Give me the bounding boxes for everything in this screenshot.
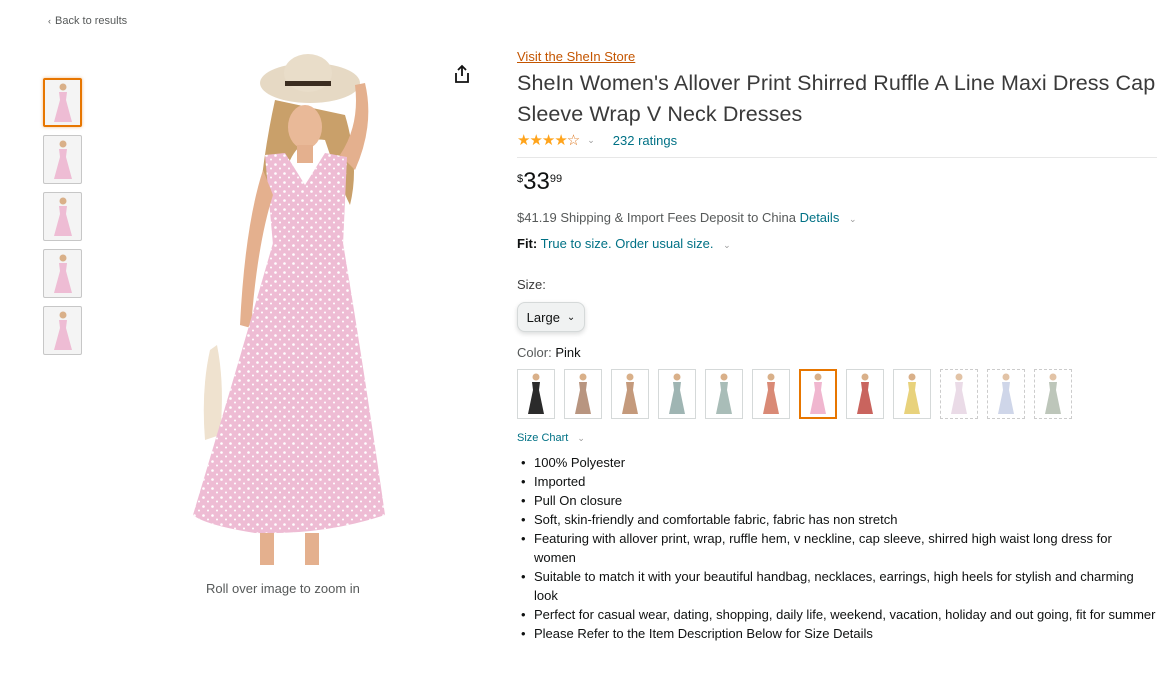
- price-fraction: 99: [549, 173, 563, 185]
- dress-swatch-icon: [951, 373, 967, 414]
- fit-value-link[interactable]: True to size. Order usual size.: [541, 236, 714, 251]
- dress-swatch-icon: [763, 373, 779, 414]
- dress-thumbnail-icon: [53, 254, 72, 293]
- fit-info: Fit: True to size. Order usual size. ⌄: [517, 236, 1157, 251]
- thumbnail-image[interactable]: [43, 192, 82, 241]
- dress-swatch-icon: [716, 373, 732, 414]
- dress-swatch-icon: [669, 373, 685, 414]
- color-swatch[interactable]: [799, 369, 837, 419]
- size-dropdown[interactable]: Large ⌄: [517, 302, 585, 332]
- dress-thumbnail-icon: [53, 311, 72, 350]
- price: $ 33 99: [517, 170, 1157, 198]
- thumbnail-image[interactable]: [43, 135, 82, 184]
- dress-swatch-icon: [857, 373, 873, 414]
- dress-swatch-icon: [575, 373, 591, 414]
- size-label: Size:: [517, 277, 546, 292]
- back-to-results-link[interactable]: ‹ Back to results: [48, 15, 127, 27]
- feature-bullet: Suitable to match it with your beautiful…: [517, 567, 1157, 605]
- dress-thumbnail-icon: [53, 83, 72, 122]
- thumbnail-image[interactable]: [43, 78, 82, 127]
- shipping-info: $41.19 Shipping & Import Fees Deposit to…: [517, 210, 1157, 225]
- color-label: Color: Pink: [517, 345, 581, 360]
- feature-bullet: 100% Polyester: [517, 453, 1157, 472]
- chevron-left-icon: ‹: [48, 16, 51, 26]
- feature-bullet: Pull On closure: [517, 491, 1157, 510]
- dress-swatch-icon: [622, 373, 638, 414]
- color-swatch[interactable]: [752, 369, 790, 419]
- dress-swatch-icon: [998, 373, 1014, 414]
- color-swatch[interactable]: [517, 369, 555, 419]
- color-swatch[interactable]: [846, 369, 884, 419]
- thumbnail-image[interactable]: [43, 306, 82, 355]
- shipping-text: $41.19 Shipping & Import Fees Deposit to…: [517, 210, 796, 225]
- main-product-image[interactable]: [165, 45, 410, 573]
- chevron-down-icon: ⌄: [577, 433, 585, 443]
- color-swatch[interactable]: [987, 369, 1025, 419]
- ratings-count-link[interactable]: 232 ratings: [613, 133, 677, 148]
- thumbnail-image[interactable]: [43, 249, 82, 298]
- feature-bullet: Soft, skin-friendly and comfortable fabr…: [517, 510, 1157, 529]
- product-title: SheIn Women's Allover Print Shirred Ruff…: [517, 71, 1156, 126]
- dress-thumbnail-icon: [53, 140, 72, 179]
- divider: [517, 157, 1157, 158]
- store-link[interactable]: Visit the SheIn Store: [517, 49, 635, 64]
- color-swatch[interactable]: [611, 369, 649, 419]
- feature-bullet: Featuring with allover print, wrap, ruff…: [517, 529, 1157, 567]
- dress-swatch-icon: [810, 373, 826, 414]
- chevron-down-icon[interactable]: ⌄: [849, 214, 857, 224]
- back-label: Back to results: [55, 15, 128, 27]
- star-rating-icon[interactable]: ★★★★☆: [517, 131, 580, 149]
- chevron-down-icon[interactable]: ⌄: [723, 240, 731, 250]
- dress-model-image: [193, 54, 385, 565]
- share-icon: [455, 64, 469, 83]
- fit-label: Fit:: [517, 236, 538, 251]
- color-swatch[interactable]: [940, 369, 978, 419]
- color-swatch[interactable]: [658, 369, 696, 419]
- share-button[interactable]: [448, 60, 476, 88]
- rating-row: ★★★★☆ ⌄ 232 ratings: [517, 131, 1157, 149]
- feature-bullet: Imported: [517, 472, 1157, 491]
- chevron-down-icon: ⌄: [566, 311, 576, 323]
- size-selected-value: Large: [526, 309, 560, 325]
- price-whole: 33: [523, 168, 550, 195]
- color-swatch[interactable]: [893, 369, 931, 419]
- dress-thumbnail-icon: [53, 197, 72, 236]
- dress-swatch-icon: [904, 373, 920, 414]
- chevron-down-icon[interactable]: ⌄: [587, 135, 595, 146]
- shipping-details-link[interactable]: Details: [800, 210, 840, 225]
- color-selected-value: Pink: [555, 345, 581, 360]
- feature-bullets: 100% PolyesterImportedPull On closureSof…: [517, 453, 1157, 643]
- dress-swatch-icon: [528, 373, 544, 414]
- feature-bullet: Please Refer to the Item Description Bel…: [517, 624, 1157, 643]
- feature-bullet: Perfect for casual wear, dating, shoppin…: [517, 605, 1157, 624]
- product-info: Visit the SheIn Store SheIn Women's Allo…: [517, 48, 1157, 643]
- color-swatch[interactable]: [705, 369, 743, 419]
- zoom-hint: Roll over image to zoom in: [206, 581, 360, 596]
- color-swatches: [517, 369, 1157, 419]
- dress-swatch-icon: [1045, 373, 1061, 414]
- color-swatch[interactable]: [1034, 369, 1072, 419]
- color-swatch[interactable]: [564, 369, 602, 419]
- thumbnail-list: [43, 78, 83, 363]
- size-chart-link[interactable]: Size Chart ⌄: [517, 432, 1157, 444]
